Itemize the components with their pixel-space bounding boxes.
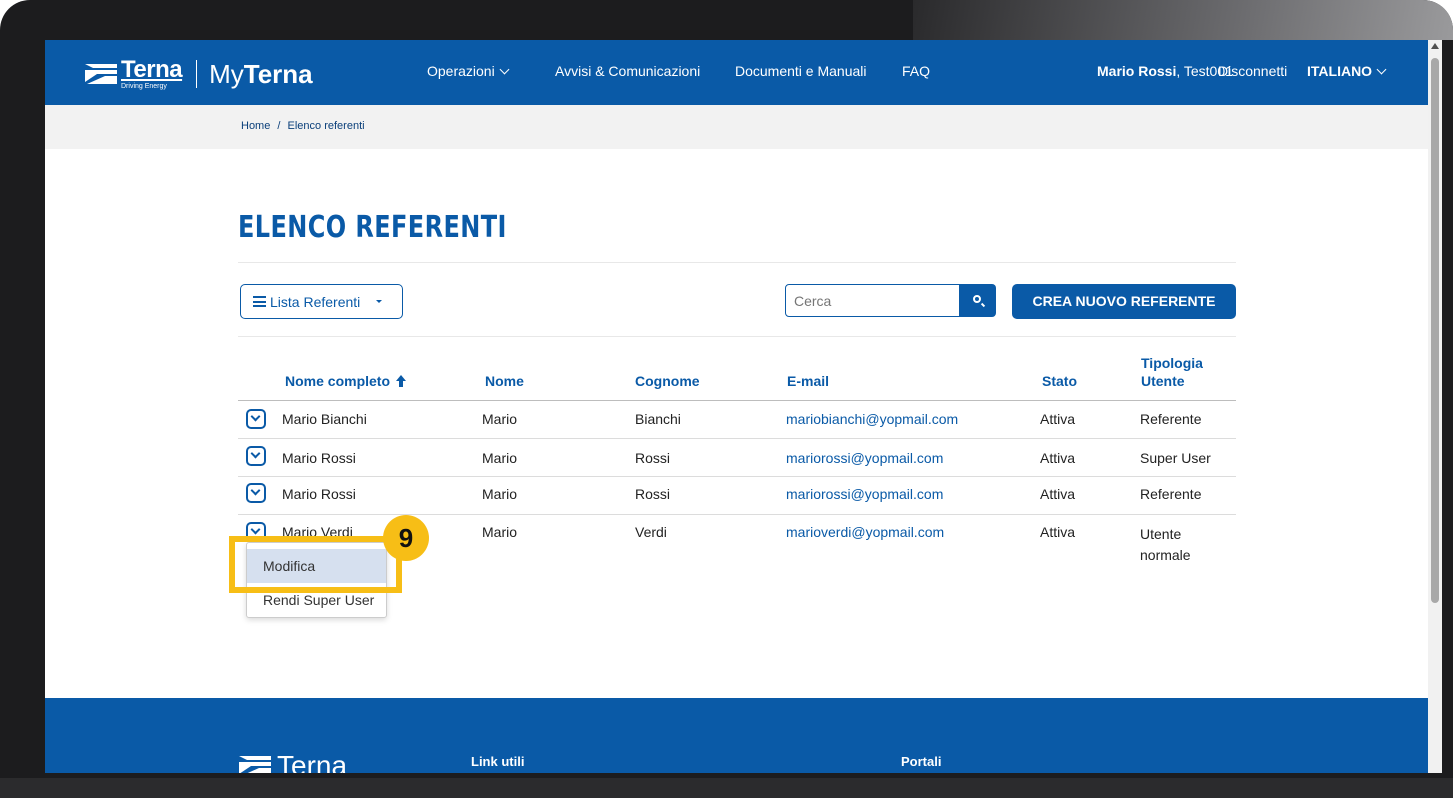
col-header-status[interactable]: Stato [1042,373,1077,389]
nav-faq[interactable]: FAQ [902,63,930,79]
page-title: ELENCO REFERENTI [238,210,507,245]
vertical-scrollbar[interactable] [1428,40,1442,773]
scroll-up-arrow-icon[interactable] [1431,43,1439,49]
row-expand-button[interactable] [246,483,266,503]
cell-last-name: Bianchi [635,411,681,427]
cell-status: Attiva [1040,411,1076,427]
user-name: Mario Rossi [1097,63,1177,79]
create-referent-button[interactable]: CREA NUOVO REFERENTE [1012,284,1236,319]
nav-avvisi[interactable]: Avvisi & Comunicazioni [555,63,700,79]
cell-full-name: Mario Rossi [282,450,356,466]
footer-portals-title: Portali [901,754,942,769]
language-label: ITALIANO [1307,63,1373,79]
footer-logo: Terna [237,750,347,773]
row-divider [238,514,1236,515]
breadcrumb-home[interactable]: Home [241,120,270,132]
cell-user-type-line1: Utente [1140,526,1182,542]
cell-user-type-line2: normale [1140,547,1191,563]
col-header-user-type-line1: Tipologia [1141,355,1203,371]
terna-logo-text: Terna [121,56,183,83]
chevron-down-icon [499,64,510,75]
cell-full-name: Mario Bianchi [282,411,367,427]
cell-email[interactable]: mariobianchi@yopmail.com [786,411,958,427]
cell-first-name: Mario [482,411,518,427]
table-header-border [238,400,1236,401]
language-selector[interactable]: ITALIANO [1307,63,1387,79]
chevron-down-icon [1376,64,1387,75]
nav-operazioni-label: Operazioni [427,63,495,79]
user-info: Mario Rossi, Test001 [1097,63,1233,79]
cell-user-type: Referente [1140,411,1202,427]
cell-email[interactable]: mariorossi@yopmail.com [786,450,943,466]
title-divider [238,262,1236,263]
row-divider [238,438,1236,439]
nav-operazioni[interactable]: Operazioni [427,63,510,79]
cell-user-type: Utente normale [1140,524,1191,566]
cell-last-name: Rossi [635,450,671,466]
cell-first-name: Mario [482,450,518,466]
breadcrumb-current: Elenco referenti [287,120,365,132]
cell-user-type: Super User [1140,450,1211,466]
row-expand-button[interactable] [246,409,266,429]
site-footer: Terna Link utili Portali [45,698,1428,773]
col-header-user-type-line2: Utente [1141,373,1185,389]
cell-status: Attiva [1040,486,1076,502]
laptop-bezel [0,778,1453,798]
cell-last-name: Verdi [635,524,667,540]
col-header-full-name[interactable]: Nome completo [285,373,407,389]
terna-tagline: Driving Energy [121,83,167,90]
tutorial-highlight-box [229,536,402,593]
col-header-full-name-label: Nome completo [285,373,391,389]
list-view-label: Lista Referenti [270,293,361,310]
cell-first-name: Mario [482,524,518,540]
terna-mark-icon [85,64,117,84]
col-header-first-name[interactable]: Nome [485,373,524,389]
col-header-user-type[interactable]: Tipologia Utente [1141,355,1203,389]
list-view-dropdown[interactable]: Lista Referenti [240,284,403,319]
browser-viewport: Terna Driving Energy MyTerna Operazioni … [45,40,1428,773]
cell-email[interactable]: marioverdi@yopmail.com [786,524,944,540]
terna-wordmark: Terna Driving Energy [121,56,183,91]
search-button[interactable] [960,284,996,317]
terna-mark-icon [239,756,271,773]
footer-logo-text: Terna [277,750,348,773]
cell-email[interactable]: mariorossi@yopmail.com [786,486,943,502]
search-icon [973,295,981,303]
laptop-lid-reflection [913,0,1453,40]
list-icon [253,296,266,307]
myterna-wordmark: MyTerna [209,59,313,90]
nav-documenti[interactable]: Documenti e Manuali [735,63,867,79]
controls-divider [238,336,1236,337]
step-badge: 9 [383,515,429,561]
cell-full-name: Mario Rossi [282,486,356,502]
cell-first-name: Mario [482,486,518,502]
cell-status: Attiva [1040,450,1076,466]
cell-status: Attiva [1040,524,1076,540]
breadcrumb: Home / Elenco referenti [241,120,365,132]
logo-divider [196,60,198,88]
myterna-suffix: Terna [243,58,313,89]
row-expand-button[interactable] [246,446,266,466]
col-header-email[interactable]: E-mail [787,373,829,389]
caret-down-icon [376,300,383,303]
myterna-prefix: My [209,58,244,89]
logout-link[interactable]: Disconnetti [1218,63,1287,79]
breadcrumb-bar: Home / Elenco referenti [45,105,1428,149]
search-input[interactable] [785,284,960,317]
cell-user-type: Referente [1140,486,1202,502]
terna-logo[interactable]: Terna Driving Energy MyTerna [83,58,313,90]
site-header: Terna Driving Energy MyTerna Operazioni … [45,40,1428,105]
sort-ascending-icon [396,375,407,387]
row-divider [238,476,1236,477]
footer-useful-links-title: Link utili [471,754,525,769]
col-header-last-name[interactable]: Cognome [635,373,700,389]
breadcrumb-separator: / [277,120,281,132]
scrollbar-thumb[interactable] [1431,58,1439,603]
cell-last-name: Rossi [635,486,671,502]
